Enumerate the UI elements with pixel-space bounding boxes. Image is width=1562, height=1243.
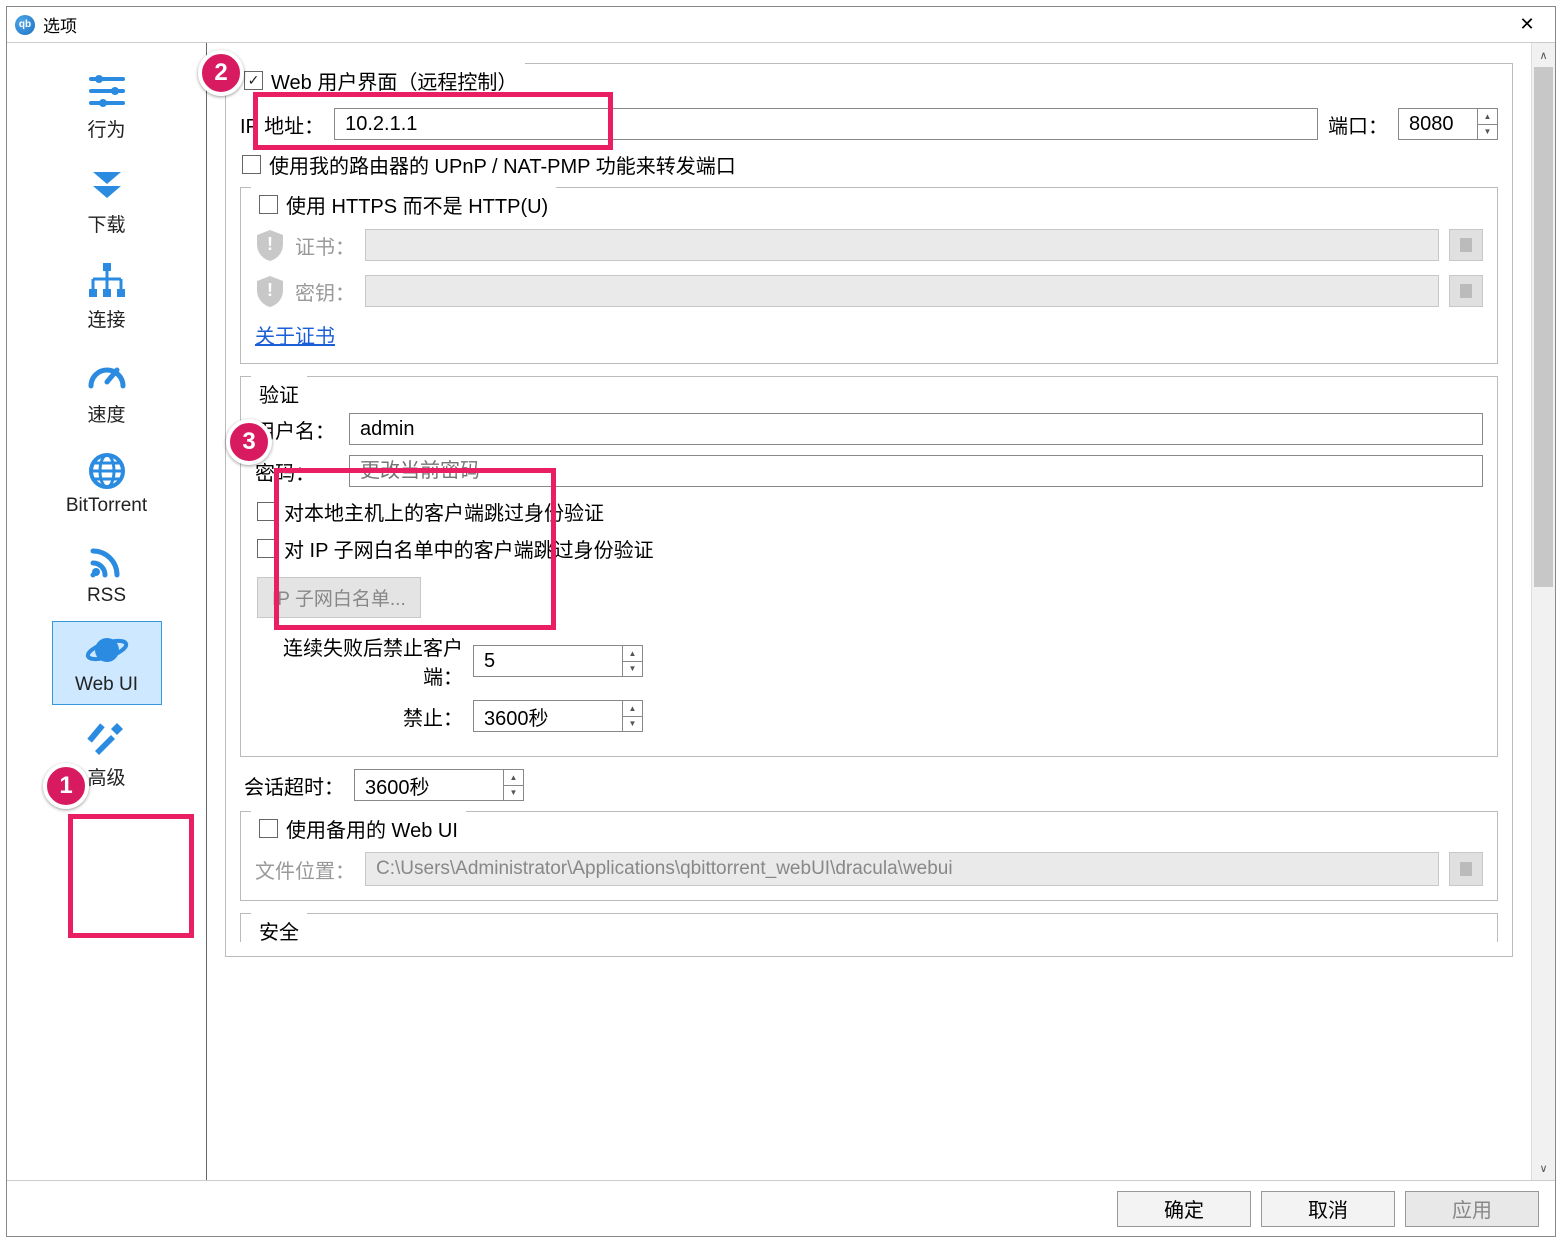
annotation-3: 3 [226,419,272,465]
planet-icon [85,628,129,672]
titlebar: qb 选项 ✕ [7,7,1555,43]
cert-field [365,229,1439,261]
loc-browse-button [1449,852,1483,886]
loc-label: 文件位置： [255,855,355,884]
scroll-up-icon[interactable]: ∧ [1532,43,1555,67]
sidebar-item-label: 行为 [87,115,125,142]
shield-warning-icon: ! [255,274,285,308]
loc-field: C:\Users\Administrator\Applications\qbit… [365,852,1439,886]
network-icon [85,259,129,303]
port-input[interactable]: ▲▼ [1398,108,1498,140]
highlight-1 [68,814,194,938]
svg-text:!: ! [267,280,273,300]
ban-dur-input[interactable]: ▲▼ [473,700,643,732]
annotation-1: 1 [43,763,89,809]
sidebar-item-label: 高级 [87,763,125,790]
apply-button[interactable]: 应用 [1405,1191,1539,1227]
gauge-icon [85,354,129,398]
https-legend[interactable]: 使用 HTTPS 而不是 HTTP(U) [251,186,556,223]
highlight-3 [274,468,556,630]
content: 行为 下载 连接 速度 [7,43,1555,1180]
shield-warning-icon: ! [255,228,285,262]
session-timeout-input[interactable]: ▲▼ [354,769,524,801]
sliders-icon [85,69,129,113]
vertical-scrollbar[interactable]: ∧ ∨ [1531,43,1555,1180]
download-icon [87,164,127,208]
sidebar-item-label: BitTorrent [66,495,147,517]
app-icon: qb [15,15,35,35]
sidebar-item-rss[interactable]: RSS [52,531,162,617]
highlight-2 [253,92,613,150]
https-checkbox[interactable] [259,195,278,214]
sidebar-item-label: RSS [87,585,126,607]
security-title: 安全 [251,912,307,949]
port-label: 端口： [1328,110,1388,139]
sidebar-item-behavior[interactable]: 行为 [52,61,162,152]
sidebar-item-downloads[interactable]: 下载 [52,156,162,247]
key-browse-button [1449,275,1483,307]
sidebar-item-label: 下载 [87,210,125,237]
upnp-checkbox[interactable] [242,155,261,174]
window-title: 选项 [43,12,1507,37]
https-group: 使用 HTTPS 而不是 HTTP(U) ! 证书： [240,187,1498,364]
sidebar-item-label: 速度 [87,400,125,427]
altui-group: 使用备用的 Web UI 文件位置： C:\Users\Administrato… [240,811,1498,901]
ban-after-label: 连续失败后禁止客户端： [255,632,463,690]
sidebar-item-connection[interactable]: 连接 [52,251,162,342]
globe-icon [87,449,127,493]
ban-after-spinner[interactable]: ▲▼ [622,646,642,676]
altui-legend[interactable]: 使用备用的 Web UI [251,810,466,847]
upnp-label: 使用我的路由器的 UPnP / NAT-PMP 功能来转发端口 [269,150,736,179]
ban-dur-spinner[interactable]: ▲▼ [622,701,642,731]
sidebar: 行为 下载 连接 速度 [7,43,207,1180]
sidebar-item-bittorrent[interactable]: BitTorrent [52,441,162,527]
sidebar-item-webui[interactable]: Web UI [52,621,162,705]
sidebar-item-label: 连接 [87,305,125,332]
options-window: qb 选项 ✕ 行为 下载 连接 [6,6,1556,1237]
key-label: 密钥： [295,277,355,306]
altui-label: 使用备用的 Web UI [286,814,458,843]
auth-title: 验证 [251,375,307,412]
sidebar-item-label: Web UI [75,674,138,696]
session-spinner[interactable]: ▲▼ [503,770,523,800]
webui-enable-checkbox[interactable]: ✓ [244,71,263,90]
session-timeout-label: 会话超时： [244,771,344,800]
security-group: 安全 [240,913,1498,942]
webui-enable-label: Web 用户界面（远程控制） [271,66,517,95]
scroll-down-icon[interactable]: ∨ [1532,1156,1555,1180]
rss-icon [87,539,127,583]
https-label: 使用 HTTPS 而不是 HTTP(U) [286,190,548,219]
ban-after-input[interactable]: ▲▼ [473,645,643,677]
ban-dur-label: 禁止： [255,702,463,731]
annotation-2: 2 [198,50,244,96]
cancel-button[interactable]: 取消 [1261,1191,1395,1227]
scroll-thumb[interactable] [1534,67,1553,587]
tools-icon [87,717,127,761]
ok-button[interactable]: 确定 [1117,1191,1251,1227]
close-button[interactable]: ✕ [1507,14,1547,35]
svg-text:!: ! [267,234,273,254]
key-field [365,275,1439,307]
cert-browse-button [1449,229,1483,261]
username-input[interactable] [349,413,1483,445]
cert-label: 证书： [295,231,355,260]
altui-checkbox[interactable] [259,819,278,838]
about-cert-link[interactable]: 关于证书 [255,326,335,348]
sidebar-item-speed[interactable]: 速度 [52,346,162,437]
port-spinner[interactable]: ▲▼ [1477,109,1497,139]
dialog-footer: 确定 取消 应用 [7,1180,1555,1236]
